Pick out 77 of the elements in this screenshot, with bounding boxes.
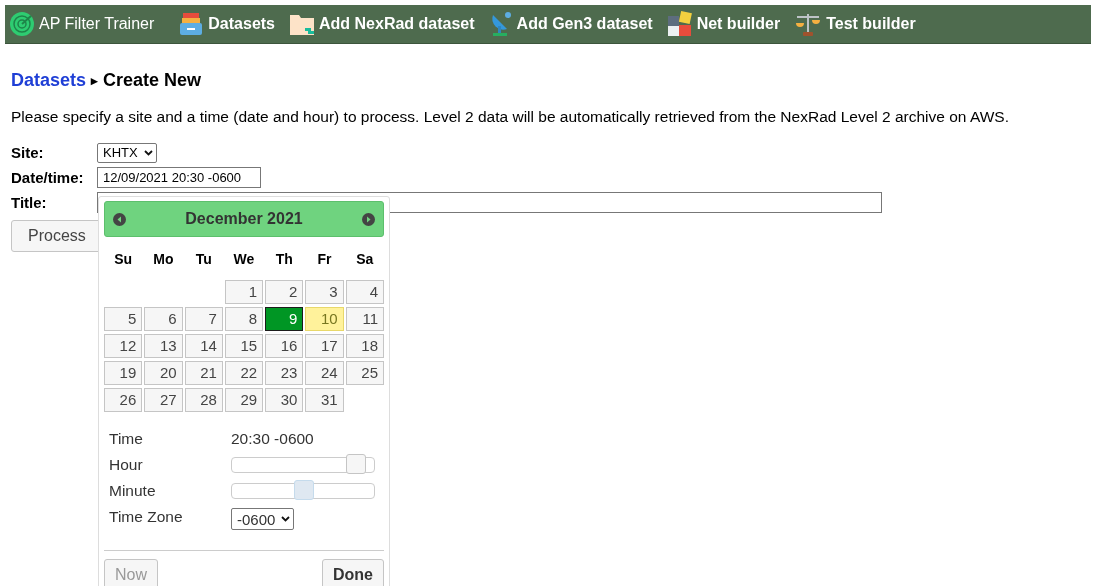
calendar-day[interactable]: 4	[345, 280, 384, 304]
field-label: Site:	[11, 144, 45, 161]
calendar-day[interactable]: 12	[104, 334, 143, 358]
time-label: Time	[108, 430, 144, 448]
slider-thumb[interactable]	[294, 480, 315, 500]
calendar-day[interactable]: 29	[224, 388, 264, 412]
calendar-day[interactable]: 24	[305, 361, 344, 385]
calendar-day[interactable]: 2	[265, 280, 304, 304]
time-value: 20:30 -0600	[231, 430, 314, 448]
calendar-day[interactable]: 27	[144, 388, 183, 412]
brand-link[interactable]: AP Filter Trainer	[9, 11, 155, 37]
calendar-day[interactable]: 13	[144, 334, 183, 358]
nav-link[interactable]: Add Gen3 dataset	[488, 11, 653, 37]
puzzle-icon	[666, 11, 693, 37]
slider-label: Minute	[108, 482, 157, 500]
datetime-field[interactable]: 12/09/2021 20:30 -0600	[97, 167, 261, 188]
drawer-icon	[178, 11, 205, 37]
time-zone-label: Time Zone	[108, 508, 184, 526]
calendar-day[interactable]: 14	[184, 334, 223, 358]
site-select[interactable]: KHTX	[97, 142, 157, 163]
nav-link[interactable]: Datasets	[178, 11, 275, 37]
nav-link[interactable]: Net builder	[666, 11, 781, 37]
time-zone-select[interactable]: -0600	[231, 508, 295, 530]
slider-thumb[interactable]	[345, 454, 366, 474]
calendar-day[interactable]: 7	[184, 307, 223, 331]
calendar-day[interactable]: 21	[184, 361, 223, 385]
brand-name: AP Filter Trainer	[39, 15, 155, 33]
calendar-day[interactable]: 23	[265, 361, 304, 385]
calendar-day[interactable]: 9	[265, 307, 304, 331]
chevron-down-icon	[281, 516, 291, 522]
radar-icon	[9, 11, 35, 37]
weekday-label: Sa	[355, 250, 375, 269]
calendar-day[interactable]: 18	[345, 334, 384, 358]
nav-link-label: Datasets	[208, 15, 275, 33]
calendar-day[interactable]: 11	[345, 307, 384, 331]
calendar-day[interactable]: 22	[224, 361, 264, 385]
calendar-day[interactable]: 8	[224, 307, 264, 331]
calendar-day[interactable]: 16	[265, 334, 304, 358]
weekday-label: We	[232, 250, 256, 269]
balance-scale-icon	[794, 11, 823, 37]
calendar-day[interactable]: 30	[265, 388, 304, 412]
chevron-down-icon	[143, 149, 153, 156]
breadcrumb-separator: ▸	[91, 73, 99, 88]
field-label: Date/time:	[11, 169, 85, 186]
nav-link-label: Add Gen3 dataset	[516, 15, 653, 33]
calendar-day[interactable]: 28	[184, 388, 223, 412]
calendar-day[interactable]: 31	[305, 388, 344, 412]
weekday-label: Mo	[152, 250, 175, 269]
calendar-day[interactable]: 19	[104, 361, 143, 385]
page-title: Create New	[103, 70, 202, 91]
weekday-label: Tu	[194, 250, 213, 269]
nav-link-label: Add NexRad dataset	[319, 15, 475, 33]
weekday-label: Su	[113, 250, 134, 269]
field-label: Title:	[11, 194, 48, 211]
calendar-day[interactable]: 15	[224, 334, 264, 358]
calendar-day[interactable]: 17	[305, 334, 344, 358]
calendar-day[interactable]: 6	[144, 307, 183, 331]
done-button[interactable]: Done	[322, 559, 384, 586]
calendar-day[interactable]: 25	[345, 361, 384, 385]
instructions-text: Please specify a site and a time (date and hour) to process. Level 2 data will be automatically retrieved from the NexRad Level 2 archive on AWS.	[11, 108, 1010, 126]
previous-month-icon[interactable]	[113, 212, 126, 226]
nav-link-label: Net builder	[696, 15, 781, 33]
calendar-day[interactable]: 5	[104, 307, 143, 331]
calendar-day[interactable]: 10	[305, 307, 344, 331]
calendar-day[interactable]: 20	[144, 361, 183, 385]
weekday-label: Fr	[316, 250, 333, 269]
slider-label: Hour	[108, 456, 144, 474]
calendar-day[interactable]: 3	[305, 280, 344, 304]
weekday-label: Th	[274, 250, 294, 269]
nav-link-label: Test builder	[826, 15, 916, 33]
nav-link[interactable]: Test builder	[794, 11, 916, 37]
month-title: December 2021	[185, 210, 303, 228]
breadcrumb-link[interactable]: Datasets	[11, 70, 87, 91]
calendar-day[interactable]: 26	[104, 388, 143, 412]
calendar-day[interactable]: 1	[224, 280, 264, 304]
nav-link[interactable]: Add NexRad dataset	[289, 11, 475, 37]
next-month-icon[interactable]	[362, 212, 375, 226]
